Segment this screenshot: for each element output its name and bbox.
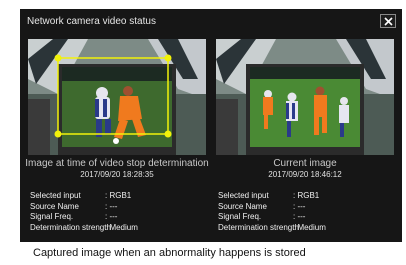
- figure-caption: Captured image when an abnormality happe…: [33, 247, 306, 259]
- dialog-title: Network camera video status: [27, 16, 156, 27]
- info-value: : Medium: [105, 222, 138, 232]
- info-value: : ---: [293, 201, 306, 211]
- stop-determination-image: [28, 39, 206, 155]
- info-value: : RGB1: [293, 191, 320, 200]
- info-value: : ---: [105, 212, 118, 221]
- info-label: Signal Freq.: [218, 212, 262, 221]
- info-value: : Medium: [293, 222, 326, 232]
- info-label: Source Name: [30, 201, 79, 211]
- current-image: [216, 39, 394, 155]
- info-label: Signal Freq.: [30, 212, 74, 221]
- info-label: Determination strength: [218, 222, 299, 232]
- info-value: : ---: [293, 212, 306, 221]
- close-button[interactable]: [380, 14, 396, 28]
- info-value: : ---: [105, 201, 118, 211]
- info-label: Determination strength: [30, 222, 111, 232]
- info-value: : RGB1: [105, 191, 132, 200]
- close-icon: [384, 17, 393, 26]
- info-label: Selected input: [30, 191, 81, 200]
- info-label: Selected input: [218, 191, 269, 200]
- current-image-heading: Current image: [273, 158, 337, 169]
- info-label: Source Name: [218, 201, 267, 211]
- video-status-dialog: Network camera video status Image at tim…: [20, 9, 402, 242]
- current-image-timestamp: 2017/09/20 18:46:12: [268, 170, 342, 179]
- stop-determination-heading: Image at time of video stop determinatio…: [25, 158, 209, 169]
- stop-determination-timestamp: 2017/09/20 18:28:35: [80, 170, 154, 179]
